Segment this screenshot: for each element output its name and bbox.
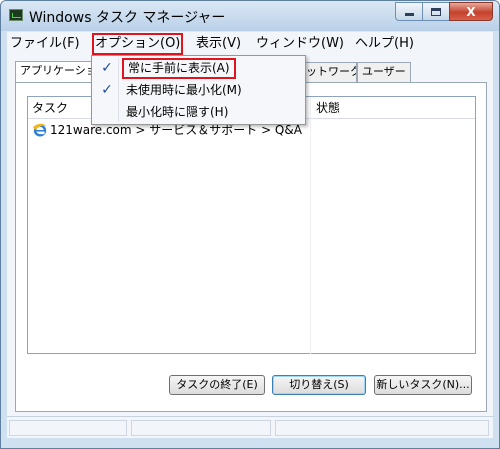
close-button[interactable]: X xyxy=(449,2,493,21)
menu-help[interactable]: ヘルプ(H) xyxy=(354,35,415,53)
column-header-status[interactable]: 状態 xyxy=(312,97,340,119)
switch-to-button[interactable]: 切り替え(S) xyxy=(272,375,366,395)
column-header-task[interactable]: タスク xyxy=(28,97,68,119)
task-manager-window: Windows タスク マネージャー X ファイル(F) オプション(O) 表示… xyxy=(0,0,500,449)
menu-item-label: 未使用時に最小化(M) xyxy=(126,83,242,97)
title-bar[interactable]: Windows タスク マネージャー X xyxy=(1,1,499,31)
menu-item-hide-when-minimized[interactable]: 最小化時に隠す(H) xyxy=(94,102,303,123)
menu-item-minimize-on-use[interactable]: ✓ 未使用時に最小化(M) xyxy=(94,80,303,101)
menu-view[interactable]: 表示(V) xyxy=(195,35,242,53)
status-field-memory xyxy=(275,420,489,436)
menu-item-always-on-top[interactable]: ✓ 常に手前に表示(A) xyxy=(94,58,303,79)
status-bar xyxy=(7,416,493,438)
checkmark-icon: ✓ xyxy=(101,82,113,98)
status-field-processes xyxy=(9,420,127,436)
task-manager-icon xyxy=(9,9,23,21)
tab-networking[interactable]: ットワーク xyxy=(301,62,357,82)
checkmark-icon: ✓ xyxy=(101,60,113,76)
status-field-cpu xyxy=(131,420,271,436)
task-list[interactable]: タスク 状態 121ware.com > サービス＆サポート > Q&A > Q… xyxy=(27,96,476,354)
menu-file[interactable]: ファイル(F) xyxy=(9,35,81,53)
menu-item-label: 常に手前に表示(A) xyxy=(122,58,236,79)
menu-item-label: 最小化時に隠す(H) xyxy=(126,105,229,119)
maximize-button[interactable] xyxy=(422,2,449,21)
menu-window[interactable]: ウィンドウ(W) xyxy=(255,35,345,53)
end-task-button[interactable]: タスクの終了(E) xyxy=(169,375,265,395)
minimize-icon xyxy=(404,13,414,16)
menu-bar: ファイル(F) オプション(O) 表示(V) ウィンドウ(W) ヘルプ(H) xyxy=(7,31,493,55)
internet-explorer-icon xyxy=(33,123,47,137)
close-icon: X xyxy=(466,4,476,19)
options-dropdown-menu: ✓ 常に手前に表示(A) ✓ 未使用時に最小化(M) 最小化時に隠す(H) xyxy=(91,55,306,125)
new-task-button[interactable]: 新しいタスク(N)... xyxy=(374,375,472,395)
tab-applications[interactable]: アプリケーション xyxy=(15,61,99,83)
tab-users[interactable]: ユーザー xyxy=(357,62,411,82)
minimize-button[interactable] xyxy=(395,2,422,21)
window-title: Windows タスク マネージャー xyxy=(29,10,226,26)
maximize-icon xyxy=(431,7,441,16)
menu-options[interactable]: オプション(O) xyxy=(92,33,184,55)
caption-buttons: X xyxy=(395,2,493,22)
